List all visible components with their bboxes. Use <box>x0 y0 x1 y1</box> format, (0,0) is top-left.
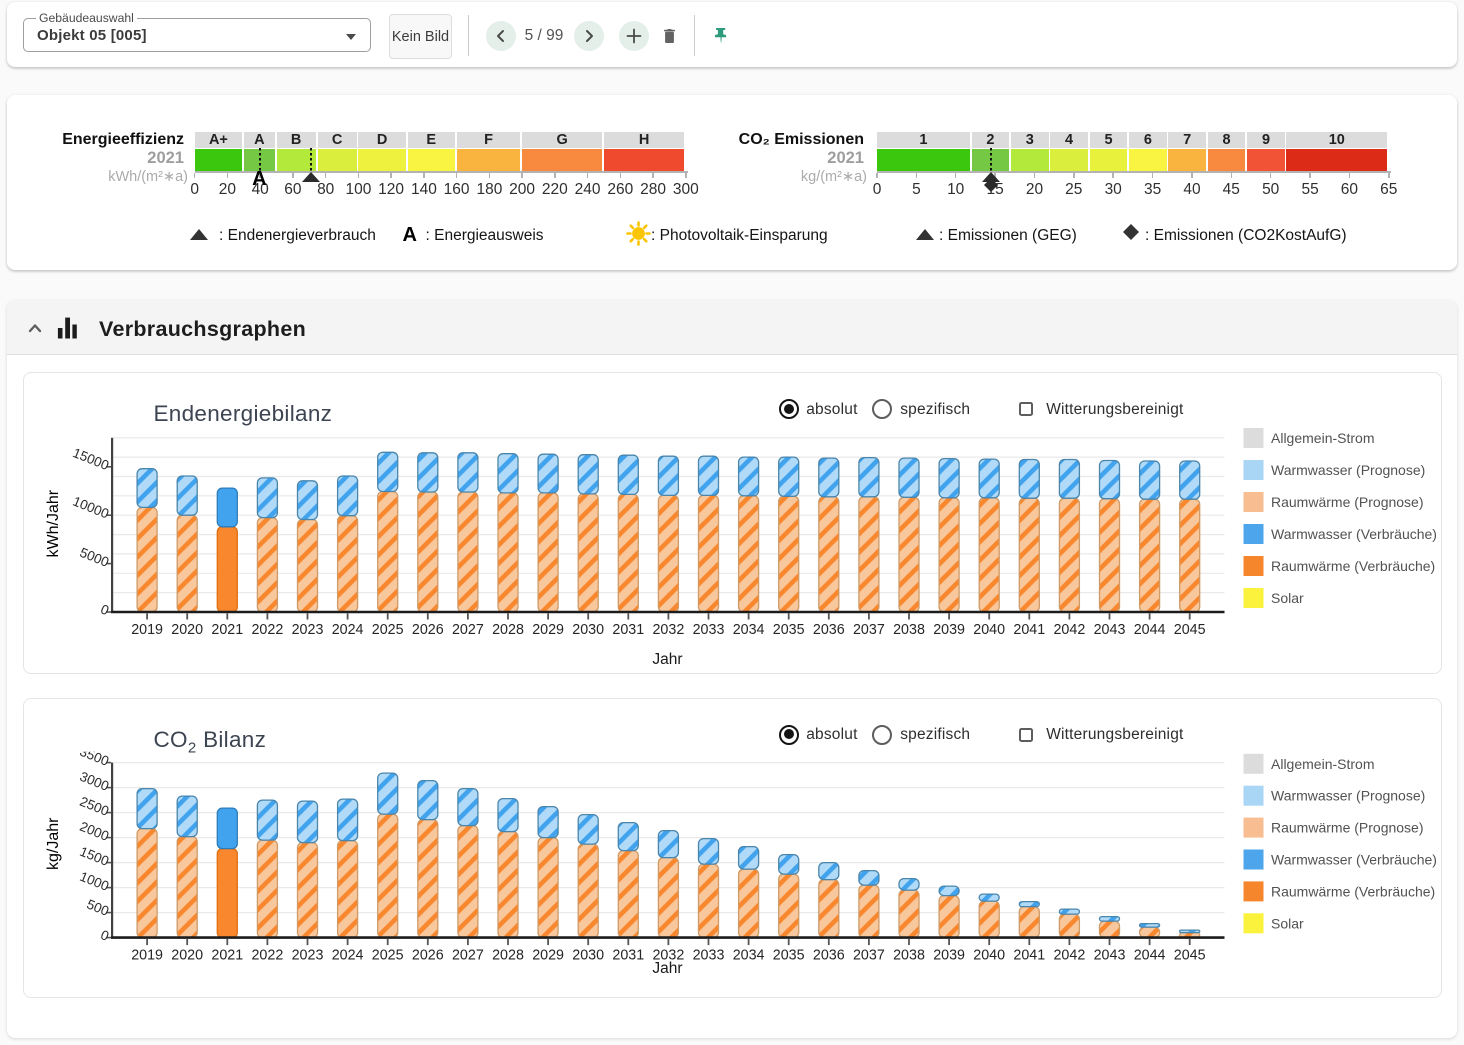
svg-text:3000: 3000 <box>77 768 110 793</box>
svg-text:2020: 2020 <box>171 947 203 963</box>
svg-text:Jahr: Jahr <box>652 651 682 668</box>
svg-text:2038: 2038 <box>893 947 925 963</box>
svg-text:2030: 2030 <box>572 947 604 963</box>
svg-text:2023: 2023 <box>291 622 323 638</box>
svg-text:2019: 2019 <box>131 947 163 963</box>
svg-text:2024: 2024 <box>331 622 363 638</box>
svg-text:2022: 2022 <box>251 947 283 963</box>
svg-text:2044: 2044 <box>1133 622 1165 638</box>
svg-text:2026: 2026 <box>411 622 443 638</box>
svg-text:2039: 2039 <box>933 622 965 638</box>
svg-text:2043: 2043 <box>1093 622 1125 638</box>
svg-text:2025: 2025 <box>371 622 403 638</box>
svg-text:2025: 2025 <box>371 947 403 963</box>
svg-text:2019: 2019 <box>131 622 163 638</box>
svg-text:2033: 2033 <box>692 622 724 638</box>
svg-text:10000: 10000 <box>70 494 110 522</box>
svg-text:2026: 2026 <box>411 947 443 963</box>
svg-text:2021: 2021 <box>211 622 243 638</box>
svg-text:2027: 2027 <box>451 622 483 638</box>
svg-text:Solar: Solar <box>1271 590 1304 606</box>
svg-text:2040: 2040 <box>973 622 1005 638</box>
svg-text:2039: 2039 <box>933 947 965 963</box>
svg-text:2033: 2033 <box>692 947 724 963</box>
svg-text:2029: 2029 <box>532 622 564 638</box>
svg-text:2024: 2024 <box>331 947 363 963</box>
svg-text:2037: 2037 <box>852 947 884 963</box>
svg-text:2045: 2045 <box>1173 622 1205 638</box>
svg-text:2020: 2020 <box>171 622 203 638</box>
svg-text:2044: 2044 <box>1133 947 1165 963</box>
svg-text:kg/Jahr: kg/Jahr <box>45 817 62 870</box>
svg-text:2037: 2037 <box>852 622 884 638</box>
svg-text:5000: 5000 <box>77 545 110 570</box>
svg-text:Raumwärme (Verbräuche): Raumwärme (Verbräuche) <box>1271 558 1435 574</box>
svg-text:2000: 2000 <box>77 818 110 843</box>
svg-text:2034: 2034 <box>732 947 764 963</box>
svg-text:2030: 2030 <box>572 622 604 638</box>
svg-text:2034: 2034 <box>732 622 764 638</box>
svg-text:2028: 2028 <box>492 622 524 638</box>
svg-text:500: 500 <box>84 896 111 918</box>
svg-text:kWh/Jahr: kWh/Jahr <box>45 490 62 558</box>
svg-text:2042: 2042 <box>1053 622 1085 638</box>
svg-text:0: 0 <box>98 602 111 619</box>
svg-text:2041: 2041 <box>1013 947 1045 963</box>
svg-text:Warmwasser (Prognose): Warmwasser (Prognose) <box>1271 787 1425 803</box>
svg-text:2029: 2029 <box>532 947 564 963</box>
svg-text:0: 0 <box>98 927 111 944</box>
svg-text:2500: 2500 <box>77 793 110 818</box>
svg-text:15000: 15000 <box>70 445 110 473</box>
svg-text:1500: 1500 <box>77 843 110 868</box>
svg-text:2022: 2022 <box>251 622 283 638</box>
svg-text:Warmwasser (Prognose): Warmwasser (Prognose) <box>1271 462 1425 478</box>
svg-text:Raumwärme (Prognose): Raumwärme (Prognose) <box>1271 494 1424 510</box>
svg-text:1000: 1000 <box>77 868 110 893</box>
svg-text:2032: 2032 <box>652 622 684 638</box>
svg-text:2045: 2045 <box>1173 947 1205 963</box>
svg-text:2023: 2023 <box>291 947 323 963</box>
svg-text:Warmwasser (Verbräuche): Warmwasser (Verbräuche) <box>1271 851 1437 867</box>
svg-text:Solar: Solar <box>1271 915 1304 931</box>
svg-text:2027: 2027 <box>451 947 483 963</box>
svg-text:2031: 2031 <box>612 947 644 963</box>
svg-text:Raumwärme (Prognose): Raumwärme (Prognose) <box>1271 819 1424 835</box>
svg-text:Warmwasser (Verbräuche): Warmwasser (Verbräuche) <box>1271 526 1437 542</box>
svg-text:Jahr: Jahr <box>652 960 682 977</box>
svg-text:2038: 2038 <box>893 622 925 638</box>
svg-text:2035: 2035 <box>772 947 804 963</box>
svg-text:2021: 2021 <box>211 947 243 963</box>
svg-text:2040: 2040 <box>973 947 1005 963</box>
svg-text:2036: 2036 <box>812 622 844 638</box>
svg-text:2036: 2036 <box>812 947 844 963</box>
svg-text:2042: 2042 <box>1053 947 1085 963</box>
svg-text:Raumwärme (Verbräuche): Raumwärme (Verbräuche) <box>1271 883 1435 899</box>
svg-text:2031: 2031 <box>612 622 644 638</box>
svg-text:2035: 2035 <box>772 622 804 638</box>
svg-text:2028: 2028 <box>492 947 524 963</box>
svg-text:Allgemein-Strom: Allgemein-Strom <box>1271 430 1374 446</box>
svg-text:2041: 2041 <box>1013 622 1045 638</box>
svg-text:2043: 2043 <box>1093 947 1125 963</box>
svg-text:Allgemein-Strom: Allgemein-Strom <box>1271 755 1374 771</box>
